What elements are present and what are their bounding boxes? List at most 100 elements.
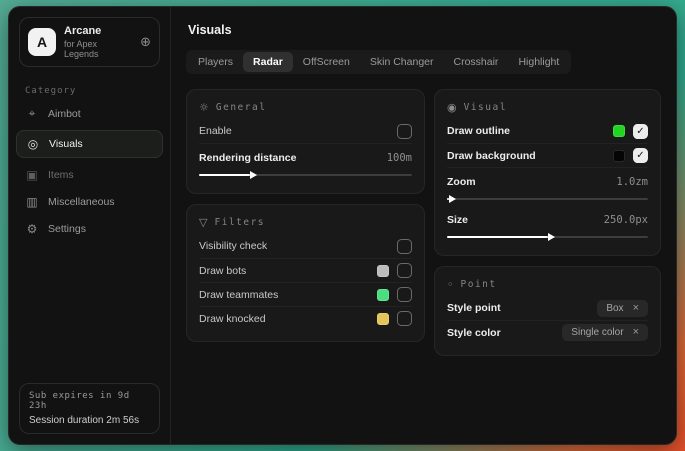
zoom-value: 1.0zm <box>616 176 648 188</box>
items-icon: ▣ <box>25 168 39 182</box>
draw-teammates-color-swatch[interactable] <box>377 289 389 301</box>
tab-highlight[interactable]: Highlight <box>508 52 569 72</box>
sidebar-item-label: Settings <box>48 223 86 235</box>
session-info-card: Sub expires in 9d 23h Session duration 2… <box>19 383 160 434</box>
draw-bots-label: Draw bots <box>199 265 367 277</box>
draw-teammates-row: Draw teammates ✓ <box>199 282 412 306</box>
slider-fill[interactable] <box>447 198 449 200</box>
panel-title: General <box>216 102 267 113</box>
sidebar-item-items[interactable]: ▣ Items <box>9 161 170 188</box>
session-duration-text: Session duration 2m 56s <box>29 415 150 426</box>
draw-background-color-swatch[interactable] <box>613 150 625 162</box>
draw-bots-color-swatch[interactable] <box>377 265 389 277</box>
sidebar-nav: ⌖ Aimbot ◎ Visuals ▣ Items ▥ Miscellaneo… <box>9 100 170 242</box>
visibility-check-checkbox[interactable]: ✓ <box>397 239 412 254</box>
rendering-distance-row: Rendering distance 100m <box>199 143 412 182</box>
zoom-label: Zoom <box>447 176 616 188</box>
draw-knocked-label: Draw knocked <box>199 313 367 325</box>
point-panel: ◦ Point Style point Box × Style color <box>434 266 661 356</box>
draw-outline-row: Draw outline ✓ <box>447 119 648 143</box>
style-point-row: Style point Box × <box>447 296 648 320</box>
draw-background-row: Draw background ✓ <box>447 143 648 167</box>
size-slider[interactable] <box>447 233 648 241</box>
filter-funnel-icon: ▽ <box>199 216 207 229</box>
sidebar-item-label: Miscellaneous <box>48 196 115 208</box>
slider-fill[interactable] <box>447 236 548 238</box>
draw-outline-checkbox[interactable]: ✓ <box>633 124 648 139</box>
app-subtitle: for Apex Legends <box>64 39 132 59</box>
sub-expires-text: Sub expires in 9d 23h <box>29 391 150 411</box>
sidebar-item-label: Visuals <box>49 138 83 150</box>
sidebar-item-miscellaneous[interactable]: ▥ Miscellaneous <box>9 188 170 215</box>
zoom-row: Zoom 1.0zm <box>447 167 648 206</box>
filters-panel-header: ▽ Filters <box>199 216 412 229</box>
style-color-label: Style color <box>447 327 562 339</box>
panel-title: Filters <box>214 217 265 228</box>
draw-knocked-color-swatch[interactable] <box>377 313 389 325</box>
enable-label: Enable <box>199 125 389 137</box>
draw-teammates-label: Draw teammates <box>199 289 367 301</box>
close-icon[interactable]: × <box>633 327 639 338</box>
draw-bots-row: Draw bots ✓ <box>199 258 412 282</box>
tab-players[interactable]: Players <box>188 52 243 72</box>
sidebar-item-label: Items <box>48 169 74 181</box>
settings-gear-icon: ⚙ <box>25 222 39 236</box>
left-column: ☼ General Enable ✓ Rendering distance 10… <box>186 89 425 352</box>
general-panel-header: ☼ General <box>199 101 412 114</box>
close-icon[interactable]: × <box>633 303 639 314</box>
panel-title: Visual <box>464 102 507 113</box>
app-header-card: A Arcane for Apex Legends ⊕ <box>19 17 160 67</box>
draw-outline-label: Draw outline <box>447 125 603 137</box>
draw-bots-checkbox[interactable]: ✓ <box>397 263 412 278</box>
rendering-distance-value: 100m <box>387 152 412 164</box>
sidebar-item-visuals[interactable]: ◎ Visuals <box>16 130 163 158</box>
size-label: Size <box>447 214 604 226</box>
draw-knocked-row: Draw knocked ✓ <box>199 306 412 330</box>
sidebar: A Arcane for Apex Legends ⊕ Category ⌖ A… <box>9 7 171 444</box>
tab-crosshair[interactable]: Crosshair <box>444 52 509 72</box>
target-icon[interactable]: ⊕ <box>140 35 151 50</box>
general-panel: ☼ General Enable ✓ Rendering distance 10… <box>186 89 425 194</box>
visibility-check-label: Visibility check <box>199 240 389 252</box>
visual-panel-header: ◉ Visual <box>447 101 648 114</box>
style-point-value: Box <box>606 303 623 314</box>
enable-checkbox[interactable]: ✓ <box>397 124 412 139</box>
draw-teammates-checkbox[interactable]: ✓ <box>397 287 412 302</box>
sidebar-item-label: Aimbot <box>48 108 81 120</box>
app-window: A Arcane for Apex Legends ⊕ Category ⌖ A… <box>8 6 677 445</box>
visibility-check-row: Visibility check ✓ <box>199 234 412 258</box>
point-panel-header: ◦ Point <box>447 278 648 291</box>
sidebar-item-aimbot[interactable]: ⌖ Aimbot <box>9 100 170 127</box>
aimbot-icon: ⌖ <box>25 106 39 121</box>
rendering-distance-slider[interactable] <box>199 171 412 179</box>
category-label: Category <box>25 86 170 96</box>
app-titles: Arcane for Apex Legends <box>64 25 132 59</box>
style-color-row: Style color Single color × <box>447 320 648 344</box>
slider-fill[interactable] <box>199 174 250 176</box>
style-point-select[interactable]: Box × <box>597 300 648 317</box>
point-icon: ◦ <box>447 278 454 291</box>
desktop-background: A Arcane for Apex Legends ⊕ Category ⌖ A… <box>0 0 685 451</box>
page-title: Visuals <box>188 23 661 37</box>
right-column: ◉ Visual Draw outline ✓ Draw background … <box>434 89 661 366</box>
style-color-select[interactable]: Single color × <box>562 324 648 341</box>
draw-background-label: Draw background <box>447 150 603 162</box>
zoom-slider[interactable] <box>447 195 648 203</box>
panels-grid: ☼ General Enable ✓ Rendering distance 10… <box>186 89 661 366</box>
sidebar-spacer <box>9 242 170 373</box>
draw-background-checkbox[interactable]: ✓ <box>633 148 648 163</box>
draw-outline-color-swatch[interactable] <box>613 125 625 137</box>
app-logo: A <box>28 28 56 56</box>
tab-skin-changer[interactable]: Skin Changer <box>360 52 444 72</box>
visual-panel: ◉ Visual Draw outline ✓ Draw background … <box>434 89 661 256</box>
size-row: Size 250.0px <box>447 206 648 244</box>
slider-track <box>447 198 648 200</box>
tab-radar[interactable]: Radar <box>243 52 293 72</box>
tab-offscreen[interactable]: OffScreen <box>293 52 360 72</box>
sidebar-item-settings[interactable]: ⚙ Settings <box>9 215 170 242</box>
visuals-icon: ◎ <box>26 137 40 151</box>
main-area: Visuals Players Radar OffScreen Skin Cha… <box>171 7 676 444</box>
enable-row: Enable ✓ <box>199 119 412 143</box>
draw-knocked-checkbox[interactable]: ✓ <box>397 311 412 326</box>
style-color-value: Single color <box>571 327 623 338</box>
